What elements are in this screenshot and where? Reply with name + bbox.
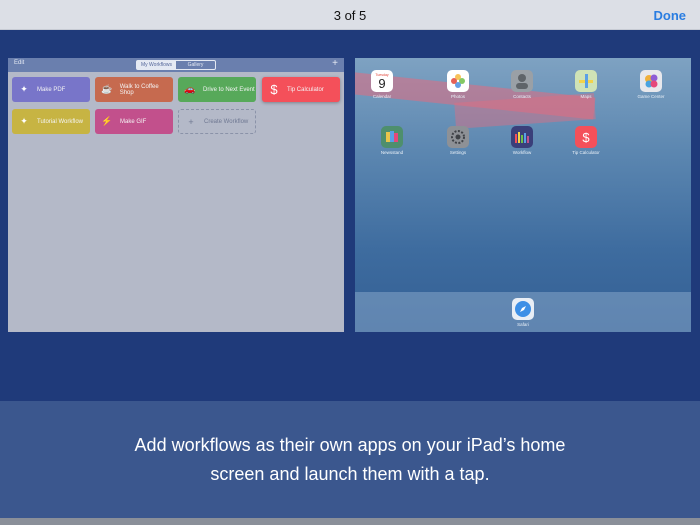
app-label: Photos xyxy=(450,94,465,99)
app-newsstand: Newsstand xyxy=(377,126,407,155)
app-tip-calculator: $ Tip Calculator xyxy=(571,126,601,155)
safari-icon xyxy=(512,298,534,320)
app-label: Settings xyxy=(449,150,467,155)
tile-label: Make PDF xyxy=(37,86,66,93)
dollar-icon: $ xyxy=(575,126,597,148)
car-icon: 🚗 xyxy=(184,84,196,94)
tile-label: Make GIF xyxy=(120,118,147,125)
maps-icon xyxy=(575,70,597,92)
app-contacts: Contacts xyxy=(507,70,537,99)
plus-icon: + xyxy=(332,58,338,69)
workflow-app-preview: Edit My Workflows Gallery + ✦ Make PDF ☕… xyxy=(8,58,344,332)
dock: Safari xyxy=(355,292,691,332)
settings-icon xyxy=(447,126,469,148)
newsstand-icon xyxy=(381,126,403,148)
done-button[interactable]: Done xyxy=(654,8,687,23)
app-calendar: Tuesday 9 Calendar xyxy=(367,70,397,99)
ipad-home-screen-preview: Tuesday 9 Calendar Photos Contacts Maps xyxy=(355,58,691,332)
bottom-strip xyxy=(0,518,700,525)
wand-icon: ✦ xyxy=(20,116,28,126)
calendar-date: 9 xyxy=(378,75,386,91)
app-maps: Maps xyxy=(571,70,601,99)
app-label: Workflow xyxy=(512,150,532,155)
app-label: Tip Calculator xyxy=(572,150,600,155)
tile-drive-to-next-event: 🚗 Drive to Next Event xyxy=(178,77,256,102)
calendar-icon: Tuesday 9 xyxy=(371,70,393,92)
tile-label: Walk to Coffee Shop xyxy=(119,83,159,96)
tile-make-pdf: ✦ Make PDF xyxy=(12,77,90,102)
top-bar: 3 of 5 Done xyxy=(0,0,700,30)
tile-make-gif: ⚡ Make GIF xyxy=(95,109,173,134)
segment-my-workflows: My Workflows xyxy=(137,61,176,69)
plus-icon: + xyxy=(188,116,194,127)
app-label: Calendar xyxy=(372,94,392,99)
app-safari: Safari xyxy=(508,298,538,327)
lightning-icon: ⚡ xyxy=(101,116,113,126)
workflow-icon xyxy=(511,126,533,148)
tile-label: Create Workflow xyxy=(204,118,249,125)
app-settings: Settings xyxy=(443,126,473,155)
wand-icon: ✦ xyxy=(20,84,28,94)
segmented-control: My Workflows Gallery xyxy=(136,60,216,70)
tile-tip-calculator: $ Tip Calculator xyxy=(262,77,340,102)
page-counter: 3 of 5 xyxy=(333,8,367,23)
game-center-icon xyxy=(640,70,662,92)
tile-label: Drive to Next Event xyxy=(203,86,255,93)
app-label: Game Center xyxy=(637,94,665,99)
app-label: Contacts xyxy=(513,94,531,99)
app-label: Maps xyxy=(580,94,592,99)
tile-tutorial-workflow: ✦ Tutorial Workflow xyxy=(12,109,90,134)
caption-band: Add workflows as their own apps on your … xyxy=(0,401,700,518)
tile-create-workflow: + Create Workflow xyxy=(178,109,256,134)
contacts-icon xyxy=(511,70,533,92)
app-photos: Photos xyxy=(443,70,473,99)
tile-label: Tip Calculator xyxy=(287,86,324,93)
photos-icon xyxy=(447,70,469,92)
edit-label: Edit xyxy=(14,60,25,66)
app-workflow: Workflow xyxy=(507,126,537,155)
caption-text: Add workflows as their own apps on your … xyxy=(134,434,566,484)
segment-gallery: Gallery xyxy=(187,62,204,68)
app-label: Safari xyxy=(517,322,529,327)
dollar-icon: $ xyxy=(270,82,278,97)
app-label: Newsstand xyxy=(380,150,404,155)
coffee-cup-icon: ☕ xyxy=(101,84,113,94)
tile-label: Tutorial Workflow xyxy=(37,118,84,125)
app-game-center: Game Center xyxy=(636,70,666,99)
tile-walk-to-coffee-shop: ☕ Walk to Coffee Shop xyxy=(95,77,173,102)
workflow-app-header: Edit My Workflows Gallery + xyxy=(8,58,344,72)
